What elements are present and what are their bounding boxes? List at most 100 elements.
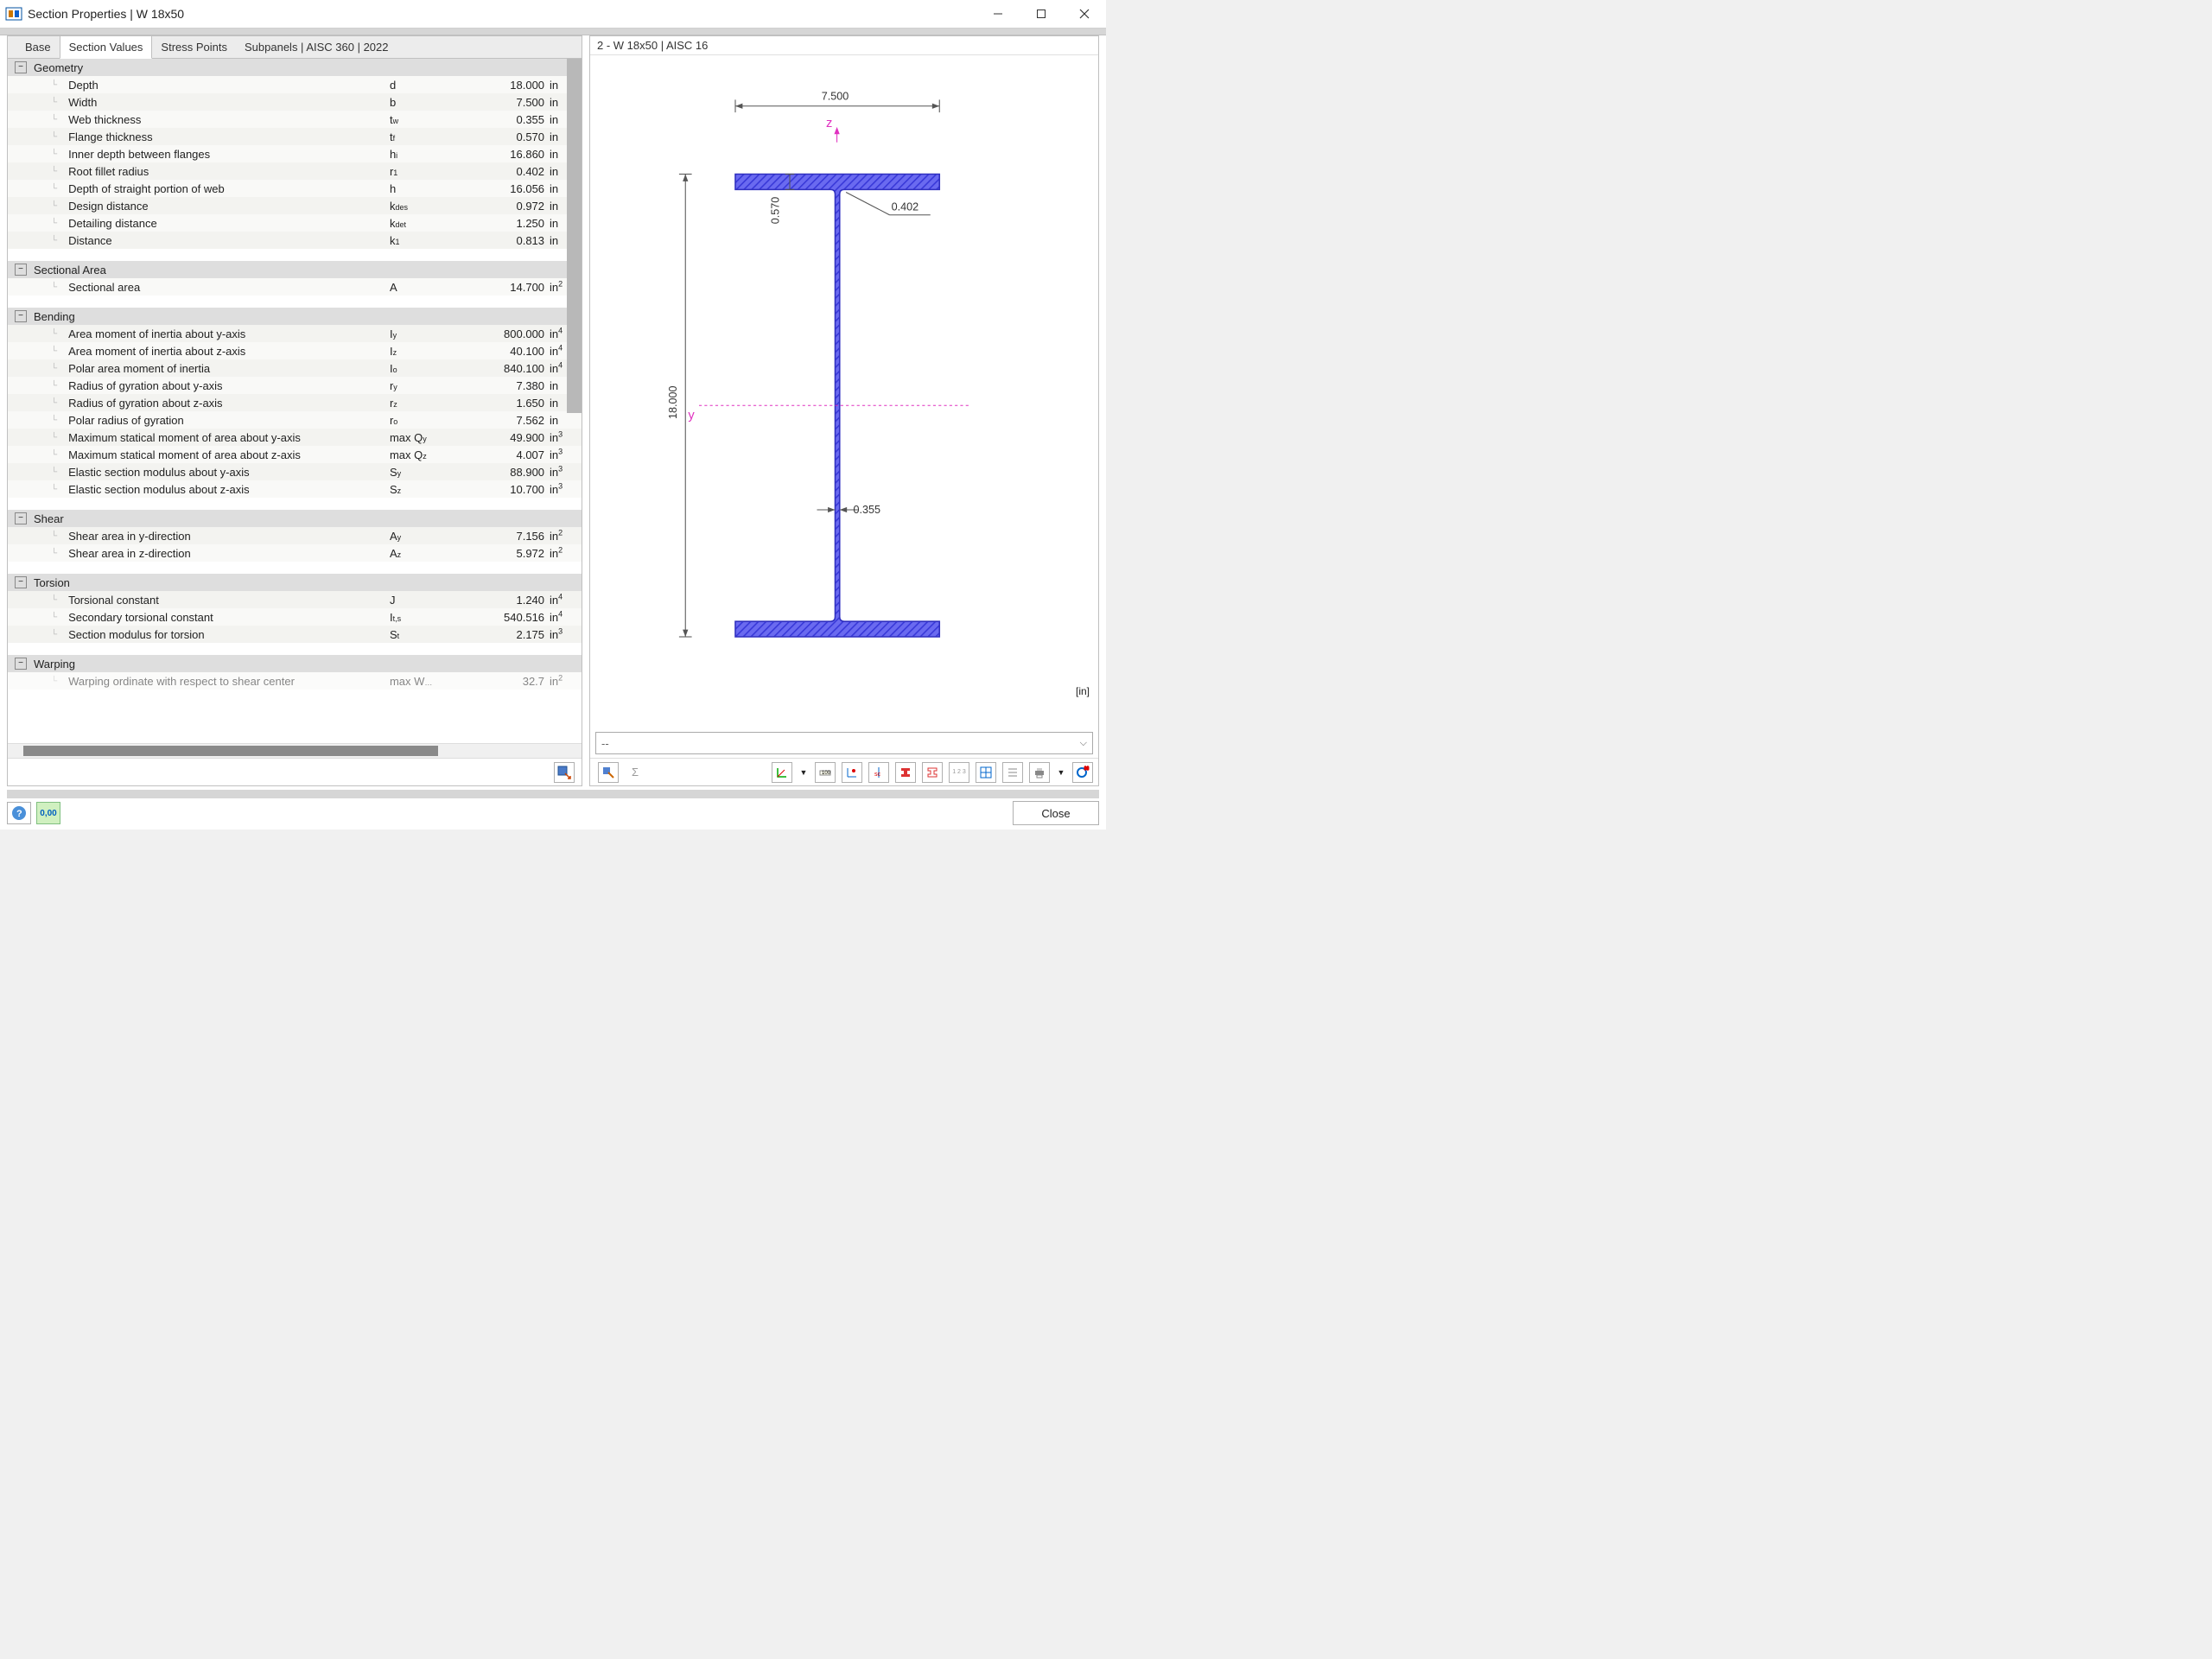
property-value: 4.007 — [464, 448, 548, 461]
property-value: 49.900 — [464, 431, 548, 444]
tool-ibeam-fill-icon[interactable] — [895, 762, 916, 783]
property-row[interactable]: └Elastic section modulus about z-axisSz1… — [8, 480, 582, 498]
collapse-icon[interactable]: − — [15, 264, 27, 276]
property-value: 1.250 — [464, 217, 548, 230]
tool-print-dropdown-icon[interactable]: ▼ — [1056, 762, 1066, 783]
tab-base[interactable]: Base — [16, 36, 60, 58]
property-row[interactable]: └Torsional constantJ1.240in4 — [8, 591, 582, 608]
property-row[interactable]: └Inner depth between flangeshi16.860in — [8, 145, 582, 162]
property-row[interactable]: └Maximum statical moment of area about y… — [8, 429, 582, 446]
tab-subpanels[interactable]: Subpanels | AISC 360 | 2022 — [236, 36, 397, 58]
property-row[interactable]: └Shear area in y-directionAy7.156in2 — [8, 527, 582, 544]
format-button[interactable]: 0,00 — [36, 802, 60, 824]
property-row[interactable]: └Secondary torsional constantIt,s540.516… — [8, 608, 582, 626]
property-label: Maximum statical moment of area about z-… — [68, 448, 388, 461]
section-header[interactable]: −Geometry — [8, 59, 582, 76]
horizontal-scrollbar-thumb[interactable] — [23, 746, 438, 756]
property-row[interactable]: └Polar area moment of inertiaIo840.100in… — [8, 359, 582, 377]
property-label: Root fillet radius — [68, 165, 388, 178]
property-row[interactable]: └Detailing distancekdet1.250in — [8, 214, 582, 232]
property-row[interactable]: └Shear area in z-directionAz5.972in2 — [8, 544, 582, 562]
section-header[interactable]: −Warping — [8, 655, 582, 672]
property-label: Sectional area — [68, 281, 388, 294]
section-name: Sectional Area — [34, 264, 106, 276]
help-button[interactable]: ? — [7, 802, 31, 824]
tool-print-icon[interactable] — [1029, 762, 1050, 783]
property-row[interactable]: └Radius of gyration about y-axisry7.380i… — [8, 377, 582, 394]
property-label: Warping ordinate with respect to shear c… — [68, 675, 388, 688]
tool-sc-icon[interactable]: sc — [868, 762, 889, 783]
property-symbol: kdes — [388, 200, 464, 213]
tool-grid-icon[interactable] — [976, 762, 996, 783]
property-row[interactable]: └Area moment of inertia about z-axisIz40… — [8, 342, 582, 359]
property-label: Detailing distance — [68, 217, 388, 230]
export-section-icon[interactable] — [554, 762, 575, 783]
section-header[interactable]: −Shear — [8, 510, 582, 527]
property-row[interactable]: └Web thicknesstw0.355in — [8, 111, 582, 128]
properties-grid: −Geometry└Depthd18.000in└Widthb7.500in└W… — [8, 59, 582, 702]
svg-text:100: 100 — [822, 771, 831, 776]
property-row[interactable]: └Radius of gyration about z-axisrz1.650i… — [8, 394, 582, 411]
spacer-row — [8, 690, 582, 702]
property-row[interactable]: └Maximum statical moment of area about z… — [8, 446, 582, 463]
section-header[interactable]: −Torsion — [8, 574, 582, 591]
property-row[interactable]: └Polar radius of gyrationro7.562in — [8, 411, 582, 429]
property-row[interactable]: └Design distancekdes0.972in — [8, 197, 582, 214]
property-row[interactable]: └Warping ordinate with respect to shear … — [8, 672, 582, 690]
property-symbol: tw — [388, 113, 464, 126]
property-row[interactable]: └Sectional areaA14.700in2 — [8, 278, 582, 296]
tool-origin-icon[interactable] — [842, 762, 862, 783]
property-label: Depth — [68, 79, 388, 92]
horizontal-scrollbar-track[interactable] — [8, 743, 582, 758]
tool-reset-icon[interactable] — [1072, 762, 1093, 783]
property-value: 0.570 — [464, 130, 548, 143]
property-value: 14.700 — [464, 281, 548, 294]
property-unit: in2 — [548, 675, 582, 688]
collapse-icon[interactable]: − — [15, 61, 27, 73]
tool-numbers-icon[interactable]: 1 2 3 — [949, 762, 969, 783]
tool-axes-dropdown-icon[interactable]: ▼ — [798, 762, 809, 783]
property-row[interactable]: └Depth of straight portion of webh16.056… — [8, 180, 582, 197]
property-label: Radius of gyration about y-axis — [68, 379, 388, 392]
minimize-button[interactable] — [976, 0, 1020, 28]
collapse-icon[interactable]: − — [15, 310, 27, 322]
tool-ibeam-outline-icon[interactable] — [922, 762, 943, 783]
property-value: 0.355 — [464, 113, 548, 126]
property-row[interactable]: └Section modulus for torsionSt2.175in3 — [8, 626, 582, 643]
property-row[interactable]: └Area moment of inertia about y-axisIy80… — [8, 325, 582, 342]
section-canvas[interactable]: y z 7.500 — [590, 55, 1098, 728]
property-symbol: Sy — [388, 466, 464, 479]
property-row[interactable]: └Depthd18.000in — [8, 76, 582, 93]
property-label: Section modulus for torsion — [68, 628, 388, 641]
property-row[interactable]: └Flange thicknesstf0.570in — [8, 128, 582, 145]
property-row[interactable]: └Root fillet radiusr10.402in — [8, 162, 582, 180]
preview-selector[interactable]: -- ⌵ — [595, 732, 1093, 754]
property-row[interactable]: └Elastic section modulus about y-axisSy8… — [8, 463, 582, 480]
property-label: Torsional constant — [68, 594, 388, 607]
section-header[interactable]: −Bending — [8, 308, 582, 325]
tab-stress-points[interactable]: Stress Points — [152, 36, 236, 58]
collapse-icon[interactable]: − — [15, 658, 27, 670]
vertical-scrollbar[interactable] — [567, 59, 582, 413]
tool-refresh-icon[interactable] — [598, 762, 619, 783]
property-unit: in3 — [548, 628, 582, 641]
close-window-button[interactable] — [1063, 0, 1106, 28]
tool-sigma-icon[interactable]: Σ — [625, 762, 645, 783]
property-value: 10.700 — [464, 483, 548, 496]
maximize-button[interactable] — [1020, 0, 1063, 28]
tool-ruler-icon[interactable]: 100 — [815, 762, 836, 783]
app-icon — [5, 5, 22, 22]
collapse-icon[interactable]: − — [15, 576, 27, 588]
property-row[interactable]: └Widthb7.500in — [8, 93, 582, 111]
tab-section-values[interactable]: Section Values — [60, 35, 153, 59]
collapse-icon[interactable]: − — [15, 512, 27, 524]
property-value: 0.972 — [464, 200, 548, 213]
property-value: 7.500 — [464, 96, 548, 109]
property-label: Maximum statical moment of area about y-… — [68, 431, 388, 444]
property-row[interactable]: └Distancek10.813in — [8, 232, 582, 249]
tool-axes-icon[interactable] — [772, 762, 792, 783]
section-header[interactable]: −Sectional Area — [8, 261, 582, 278]
close-button[interactable]: Close — [1013, 801, 1099, 825]
svg-text:?: ? — [16, 809, 22, 819]
tool-list-icon[interactable] — [1002, 762, 1023, 783]
